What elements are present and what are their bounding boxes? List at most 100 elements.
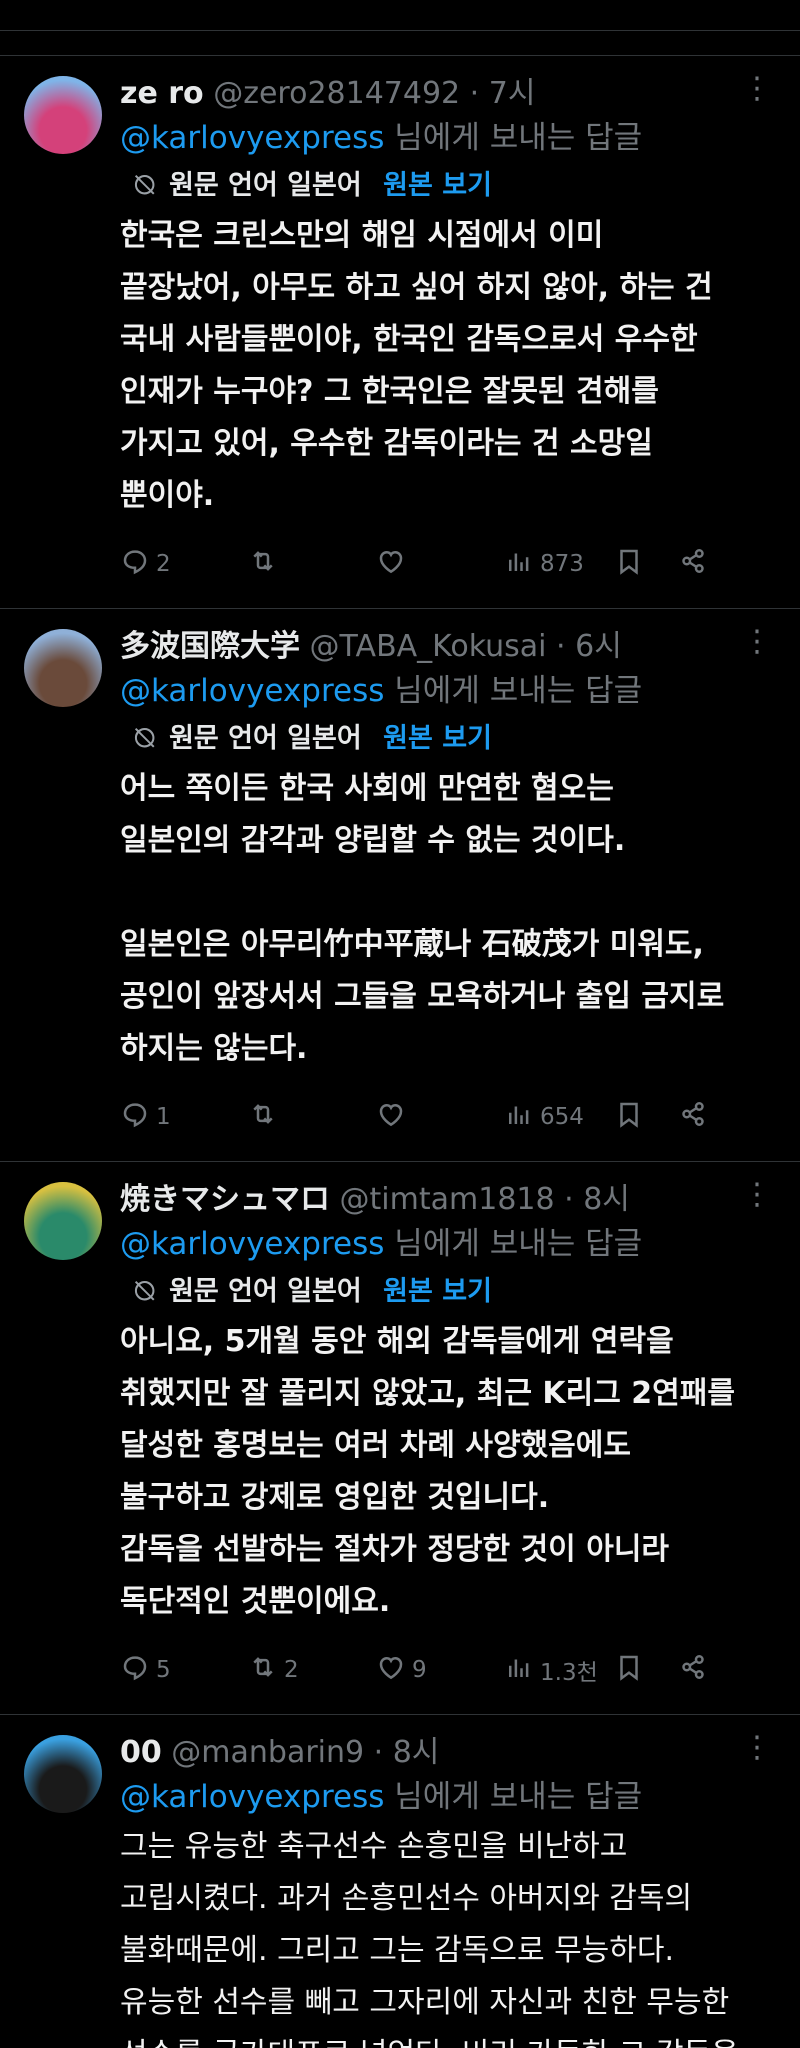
tweet-header: ze ro @zero28147492 · 7시	[120, 74, 780, 114]
tweet-header: 焼きマシュマロ @timtam1818 · 8시	[120, 1180, 780, 1220]
action-bar: 1 654	[120, 1089, 780, 1145]
retweet-icon	[248, 546, 278, 582]
reply-button[interactable]: 2	[120, 546, 248, 582]
mention-link[interactable]: @karlovyexpress	[120, 120, 384, 156]
reply-tweet[interactable]: ⋮ 多波国際大学 @TABA_Kokusai · 6시 @karlovyexpr…	[0, 609, 800, 1162]
bookmark-icon	[614, 1099, 644, 1135]
retweet-icon	[248, 1652, 278, 1688]
action-bar: 2 873	[120, 536, 780, 592]
bookmark-icon	[614, 1652, 644, 1688]
retweet-icon	[248, 1099, 278, 1135]
bookmark-button[interactable]	[614, 1099, 678, 1135]
avatar[interactable]	[24, 1735, 102, 1813]
views-button[interactable]: 654	[504, 1099, 614, 1135]
handle-and-time[interactable]: @zero28147492 · 7시	[213, 76, 535, 111]
heart-icon	[376, 1099, 406, 1135]
tweet-text: 그는 유능한 축구선수 손흥민을 비난하고 고립시켰다. 과거 손흥민선수 아버…	[120, 1829, 739, 2048]
replying-to: @karlovyexpress 님에게 보내는 답글	[120, 1773, 780, 1821]
reply-tweet[interactable]: ⋮ 00 @manbarin9 · 8시 @karlovyexpress 님에게…	[0, 1715, 800, 2048]
show-original-link[interactable]: 원본 보기	[383, 1276, 492, 1307]
heart-icon	[376, 1652, 406, 1688]
like-button[interactable]	[376, 546, 504, 582]
translation-label: 원문 언어 일본어	[169, 170, 362, 201]
reply-button[interactable]: 1	[120, 1099, 248, 1135]
bar-chart-icon	[504, 546, 534, 582]
replying-to: @karlovyexpress 님에게 보내는 답글	[120, 667, 780, 715]
show-original-link[interactable]: 원본 보기	[383, 723, 492, 754]
replying-to-label: 님에게 보내는 답글	[394, 1226, 643, 1262]
bar-chart-icon	[504, 1652, 534, 1688]
view-count: 873	[540, 551, 584, 577]
retweet-button[interactable]	[248, 1099, 376, 1135]
share-icon	[678, 1099, 708, 1135]
avatar[interactable]	[24, 629, 102, 707]
action-bar: 5 2 9 1.3천	[120, 1642, 780, 1698]
share-icon	[678, 546, 708, 582]
replying-to-label: 님에게 보내는 답글	[394, 1779, 643, 1815]
more-options-icon[interactable]: ⋮	[742, 74, 772, 104]
views-button[interactable]: 1.3천	[504, 1652, 614, 1688]
show-original-link[interactable]: 원본 보기	[383, 170, 492, 201]
mention-link[interactable]: @karlovyexpress	[120, 673, 384, 709]
replying-to: @karlovyexpress 님에게 보내는 답글	[120, 1220, 780, 1268]
replying-to-label: 님에게 보내는 답글	[394, 120, 643, 156]
bookmark-button[interactable]	[614, 1652, 678, 1688]
reply-count: 5	[156, 1657, 171, 1683]
bookmark-button[interactable]	[614, 546, 678, 582]
views-button[interactable]: 873	[504, 546, 614, 582]
reply-count: 2	[156, 551, 171, 577]
replying-to: @karlovyexpress 님에게 보내는 답글	[120, 114, 780, 162]
heart-icon	[376, 546, 406, 582]
reply-tweet[interactable]: ⋮ 焼きマシュマロ @timtam1818 · 8시 @karlovyexpre…	[0, 1162, 800, 1715]
retweet-count: 2	[284, 1657, 299, 1683]
display-name[interactable]: ze ro	[120, 76, 204, 111]
view-count: 1.3천	[540, 1660, 598, 1686]
display-name[interactable]: 焼きマシュマロ	[120, 1182, 330, 1217]
handle-and-time[interactable]: @timtam1818 · 8시	[340, 1182, 630, 1217]
avatar[interactable]	[24, 76, 102, 154]
like-count: 9	[412, 1657, 427, 1683]
share-button[interactable]	[678, 1099, 708, 1135]
like-button[interactable]	[376, 1099, 504, 1135]
bookmark-icon	[614, 546, 644, 582]
share-button[interactable]	[678, 546, 708, 582]
more-options-icon[interactable]: ⋮	[742, 1733, 772, 1763]
reply-count: 1	[156, 1104, 171, 1130]
tweet-text: 아니요, 5개월 동안 해외 감독들에게 연락을 취했지만 잘 풀리지 않았고,…	[120, 1324, 735, 1619]
more-options-icon[interactable]: ⋮	[742, 1180, 772, 1210]
bar-chart-icon	[504, 1099, 534, 1135]
replying-to-label: 님에게 보내는 답글	[394, 673, 643, 709]
translation-label: 원문 언어 일본어	[169, 1276, 362, 1307]
reply-tweet[interactable]: ⋮ ze ro @zero28147492 · 7시 @karlovyexpre…	[0, 56, 800, 609]
handle-and-time[interactable]: @TABA_Kokusai · 6시	[310, 629, 622, 664]
mention-link[interactable]: @karlovyexpress	[120, 1779, 384, 1815]
reply-timeline: ⋮ ze ro @zero28147492 · 7시 @karlovyexpre…	[0, 56, 800, 2048]
reply-icon	[120, 1099, 150, 1135]
tweet-text: 어느 쪽이든 한국 사회에 만연한 혐오는 일본인의 감각과 양립할 수 없는 …	[120, 771, 725, 1066]
share-icon	[678, 1652, 708, 1688]
display-name[interactable]: 多波国際大学	[120, 629, 300, 664]
mention-link[interactable]: @karlovyexpress	[120, 1226, 384, 1262]
tweet-header: 多波国際大学 @TABA_Kokusai · 6시	[120, 627, 780, 667]
translation-notice: ⦰ 원문 언어 일본어 원본 보기	[120, 715, 780, 763]
translate-icon: ⦰	[134, 723, 156, 754]
like-button[interactable]: 9	[376, 1652, 504, 1688]
handle-and-time[interactable]: @manbarin9 · 8시	[171, 1735, 439, 1770]
translation-notice: ⦰ 원문 언어 일본어 원본 보기	[120, 1268, 780, 1316]
translate-icon: ⦰	[134, 1276, 156, 1307]
reply-icon	[120, 546, 150, 582]
translation-label: 원문 언어 일본어	[169, 723, 362, 754]
translation-notice: ⦰ 원문 언어 일본어 원본 보기	[120, 162, 780, 210]
more-options-icon[interactable]: ⋮	[742, 627, 772, 657]
divider	[0, 30, 800, 31]
avatar[interactable]	[24, 1182, 102, 1260]
view-count: 654	[540, 1104, 584, 1130]
tweet-header: 00 @manbarin9 · 8시	[120, 1733, 780, 1773]
reply-button[interactable]: 5	[120, 1652, 248, 1688]
previous-tweet-strip	[0, 0, 800, 56]
share-button[interactable]	[678, 1652, 708, 1688]
retweet-button[interactable]	[248, 546, 376, 582]
retweet-button[interactable]: 2	[248, 1652, 376, 1688]
reply-icon	[120, 1652, 150, 1688]
display-name[interactable]: 00	[120, 1735, 162, 1770]
